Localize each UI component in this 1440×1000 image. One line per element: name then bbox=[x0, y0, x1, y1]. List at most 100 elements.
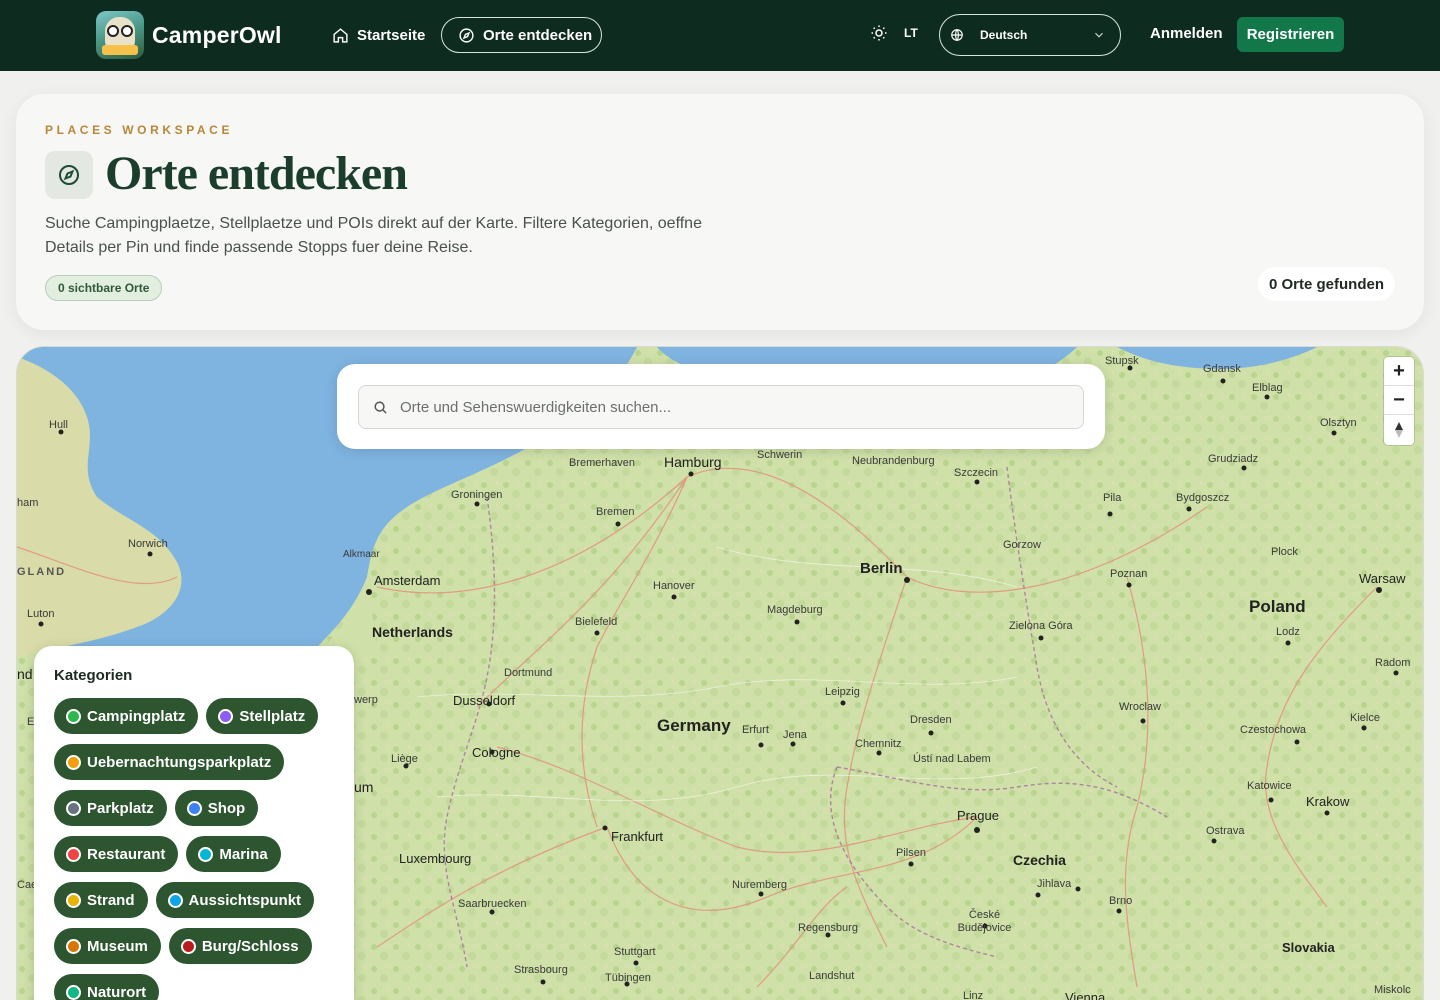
map-label: Vienna bbox=[1065, 990, 1106, 1000]
category-chip-stellplatz[interactable]: Stellplatz bbox=[206, 698, 319, 734]
category-chip-strand[interactable]: Strand bbox=[54, 882, 148, 918]
map-label: Groningen bbox=[451, 489, 503, 501]
map-label: Chemnitz bbox=[855, 738, 902, 750]
map-label: Jena bbox=[783, 729, 807, 741]
map-label: Landshut bbox=[809, 970, 855, 982]
nav-discover-link[interactable]: Orte entdecken bbox=[441, 17, 602, 53]
map-label: Grudziadz bbox=[1208, 453, 1259, 465]
visible-places-badge: 0 sichtbare Orte bbox=[45, 275, 163, 301]
categories-title: Kategorien bbox=[54, 667, 133, 684]
top-navbar: CamperOwl Startseite Orte entdecken LT D… bbox=[0, 0, 1440, 71]
login-link[interactable]: Anmelden bbox=[1150, 25, 1223, 42]
museum-icon bbox=[66, 938, 81, 954]
nav-discover-label: Orte entdecken bbox=[483, 26, 593, 44]
beach-icon bbox=[66, 892, 81, 908]
language-value: Deutsch bbox=[980, 28, 1028, 42]
map-label: nd bbox=[17, 666, 33, 682]
map-label: České Budějovice bbox=[957, 909, 1012, 934]
nav-home-label: Startseite bbox=[357, 26, 426, 44]
page-description: Suche Campingplaetze, Stellplaetze und P… bbox=[45, 215, 702, 256]
map-label: Netherlands bbox=[372, 624, 453, 640]
map-label: Alkmaar bbox=[343, 549, 380, 560]
map-label: Magdeburg bbox=[767, 604, 823, 616]
theme-toggle[interactable]: LT bbox=[870, 24, 918, 42]
category-chip-marina[interactable]: Marina bbox=[186, 836, 281, 872]
zoom-in-button[interactable]: + bbox=[1384, 357, 1414, 386]
map-label: Tübingen bbox=[605, 972, 651, 984]
map-label: Schwerin bbox=[757, 449, 803, 461]
map-label: Berlin bbox=[860, 560, 903, 577]
category-chip-shop[interactable]: Shop bbox=[174, 790, 259, 826]
owl-logo-icon bbox=[96, 11, 144, 59]
map-label: Warsaw bbox=[1359, 571, 1406, 586]
map-label: Kielce bbox=[1350, 712, 1380, 724]
globe-icon bbox=[951, 29, 963, 41]
category-chip-naturort[interactable]: Naturort bbox=[54, 974, 160, 1000]
category-chip-label: Shop bbox=[207, 799, 246, 817]
found-places-badge: 0 Orte gefunden bbox=[1258, 267, 1395, 301]
sun-icon bbox=[871, 25, 887, 41]
search-field[interactable] bbox=[358, 385, 1084, 429]
overnight-parking-icon bbox=[66, 754, 81, 770]
map-label: Bydgoszcz bbox=[1176, 492, 1230, 504]
category-chip-label: Stellplatz bbox=[239, 707, 306, 725]
map-label: Bielefeld bbox=[575, 616, 618, 628]
nature-icon bbox=[66, 984, 81, 1000]
category-chip-aussichtspunkt[interactable]: Aussichtspunkt bbox=[155, 882, 315, 918]
nav-home-link[interactable]: Startseite bbox=[332, 17, 425, 53]
map-label: Luxembourg bbox=[399, 851, 472, 866]
map-label: Wroclaw bbox=[1119, 701, 1161, 713]
map-label: Radom bbox=[1375, 657, 1411, 669]
campground-icon bbox=[66, 708, 81, 724]
map-label: Krakow bbox=[1306, 794, 1350, 809]
category-chip-label: Parkplatz bbox=[87, 799, 154, 817]
map-label: Czestochowa bbox=[1240, 724, 1307, 736]
brand-logo-link[interactable]: CamperOwl bbox=[96, 11, 282, 59]
map-label: Gdansk bbox=[1203, 363, 1241, 375]
map-label: ham bbox=[17, 497, 39, 509]
page-title: Orte entdecken bbox=[105, 147, 408, 200]
register-button[interactable]: Registrieren bbox=[1237, 17, 1344, 52]
map-label: Poland bbox=[1249, 597, 1306, 616]
map-label: Poznan bbox=[1110, 568, 1148, 580]
map-label: Hull bbox=[49, 419, 68, 431]
category-chip-label: Naturort bbox=[87, 983, 147, 1000]
map-label: Nuremberg bbox=[732, 879, 788, 891]
map-label: GLAND bbox=[17, 566, 67, 578]
map-label: Stupsk bbox=[1105, 355, 1139, 367]
map-label: Leipzig bbox=[825, 686, 860, 698]
map-zoom-controls: + − bbox=[1384, 357, 1414, 445]
category-chip-list: Campingplatz Stellplatz Uebernachtungspark… bbox=[54, 698, 344, 1000]
language-select[interactable]: Deutsch bbox=[939, 14, 1121, 56]
home-icon bbox=[333, 27, 348, 43]
map-label: Dusseldorf bbox=[453, 693, 516, 708]
map-label: Dortmund bbox=[504, 667, 553, 679]
category-chip-parkplatz[interactable]: Parkplatz bbox=[54, 790, 167, 826]
map-label: Hamburg bbox=[664, 454, 722, 470]
map-label: Czechia bbox=[1013, 852, 1066, 868]
places-header-card: PLACES WORKSPACE Orte entdecken Suche Ca… bbox=[16, 94, 1424, 330]
map-label: Slovakia bbox=[1282, 940, 1335, 955]
marina-icon bbox=[198, 846, 214, 862]
compass-reset-button[interactable] bbox=[1384, 415, 1414, 444]
map-label: Linz bbox=[963, 990, 984, 1000]
category-chip-uebernachtungsparkplatz[interactable]: Uebernachtungsparkplatz bbox=[54, 744, 285, 780]
category-chip-campingplatz[interactable]: Campingplatz bbox=[54, 698, 199, 734]
category-chip-restaurant[interactable]: Restaurant bbox=[54, 836, 179, 872]
map-label: Saarbruecken bbox=[458, 898, 527, 910]
zoom-out-button[interactable]: − bbox=[1384, 386, 1414, 415]
search-input[interactable] bbox=[400, 398, 1040, 416]
theme-label: LT bbox=[904, 26, 918, 40]
map-label: Elblag bbox=[1252, 382, 1283, 394]
map-label: Regensburg bbox=[798, 922, 858, 934]
category-chip-burg-schloss[interactable]: Burg/Schloss bbox=[168, 928, 312, 964]
map-label: Gorzow bbox=[1003, 539, 1041, 551]
category-chip-museum[interactable]: Museum bbox=[54, 928, 161, 964]
search-icon bbox=[374, 400, 387, 414]
map-label: Luton bbox=[27, 608, 55, 620]
map-label: Erfurt bbox=[742, 724, 769, 736]
eyebrow-label: PLACES WORKSPACE bbox=[45, 123, 234, 137]
map-view[interactable]: Stupsk Gdansk Elblag Olsztyn Hull Bremer… bbox=[16, 346, 1424, 1000]
map-label: Germany bbox=[657, 716, 731, 735]
category-chip-label: Restaurant bbox=[87, 845, 166, 863]
